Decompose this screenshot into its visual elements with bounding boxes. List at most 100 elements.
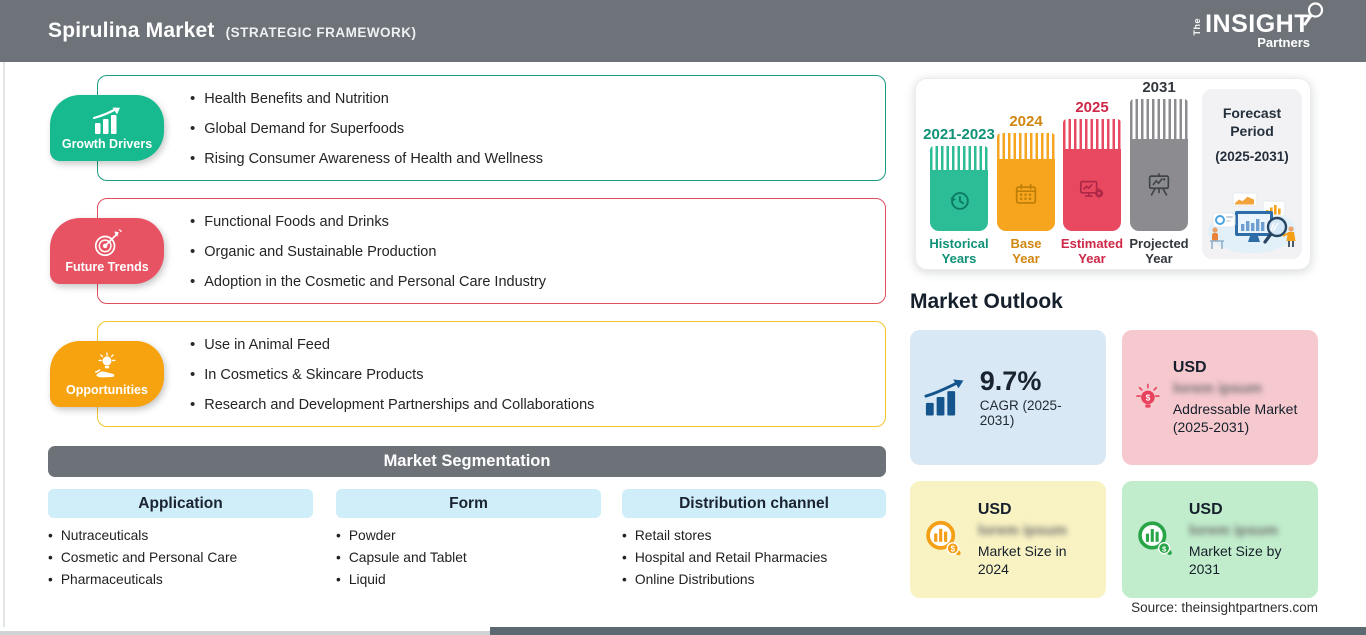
bar-caption: Estimated Year bbox=[1060, 236, 1124, 266]
bullet-text: Organic and Sustainable Production bbox=[204, 243, 437, 260]
logo-word-the: The bbox=[1192, 18, 1203, 36]
projection-board-icon bbox=[1148, 173, 1170, 196]
list-item: Hospital and Retail Pharmacies bbox=[622, 550, 886, 565]
future-trends-box: Functional Foods and Drinks Organic and … bbox=[97, 198, 886, 304]
bullet-text: Use in Animal Feed bbox=[204, 336, 330, 353]
year-label: 2025 bbox=[1075, 99, 1109, 116]
badge-label: Growth Drivers bbox=[61, 136, 153, 151]
badge-label: Opportunities bbox=[66, 382, 148, 397]
bar-column bbox=[1063, 119, 1121, 231]
market-size-2024-text: USD lorem ipsum Market Size in 2024 bbox=[978, 501, 1093, 578]
page-title: Spirulina Market bbox=[48, 19, 215, 42]
bullet-item: Adoption in the Cosmetic and Personal Ca… bbox=[190, 273, 885, 290]
header-bar: Spirulina Market (STRATEGIC FRAMEWORK) T… bbox=[0, 0, 1366, 62]
column-header: Distribution channel bbox=[622, 489, 886, 518]
calendar-icon bbox=[1015, 183, 1037, 204]
bullet-text: In Cosmetics & Skincare Products bbox=[204, 366, 424, 383]
market-size-2031-text: USD lorem ipsum Market Size by 2031 bbox=[1189, 501, 1305, 578]
title-row: Spirulina Market (STRATEGIC FRAMEWORK) bbox=[48, 19, 417, 43]
cagr-label: CAGR (2025-2031) bbox=[979, 398, 1062, 429]
magnifier-icon bbox=[1303, 2, 1324, 26]
list-item-text: Hospital and Retail Pharmacies bbox=[634, 550, 828, 565]
timeline-bar-estimated: 2025 Estimated Year bbox=[1061, 99, 1123, 266]
segmentation-column-application: Application Nutraceuticals Cosmetic and … bbox=[48, 489, 313, 587]
lightbulb-dollar-icon: $ bbox=[1136, 383, 1160, 408]
bullet-item: Global Demand for Superfoods bbox=[190, 120, 885, 137]
logo-word-insight: INSIGHT bbox=[1205, 10, 1310, 38]
cagr-card: 9.7% CAGR (2025-2031) bbox=[910, 330, 1106, 465]
opportunities-box: Use in Animal Feed In Cosmetics & Skinca… bbox=[97, 321, 886, 427]
column-header-label: Application bbox=[138, 494, 223, 512]
growth-drivers-box: Health Benefits and Nutrition Global Dem… bbox=[97, 75, 886, 181]
bullet-item: Rising Consumer Awareness of Health and … bbox=[190, 150, 885, 167]
history-clock-icon bbox=[950, 191, 969, 210]
growth-bars-arrow-icon bbox=[924, 379, 964, 416]
bullet-text: Research and Development Partnerships an… bbox=[204, 396, 595, 413]
column-items: Retail stores Hospital and Retail Pharma… bbox=[622, 528, 886, 587]
segmentation-column-form: Form Powder Capsule and Tablet Liquid bbox=[336, 489, 601, 587]
badge-label: Future Trends bbox=[65, 259, 149, 274]
left-edge-line bbox=[3, 62, 5, 627]
list-item: Powder bbox=[336, 528, 601, 543]
column-header-label: Distribution channel bbox=[679, 494, 829, 512]
analytics-illustration bbox=[1208, 192, 1296, 253]
bullet-text: Health Benefits and Nutrition bbox=[204, 90, 389, 107]
column-header: Application bbox=[48, 489, 313, 518]
bar-stripes bbox=[1130, 99, 1188, 139]
bullet-item: Health Benefits and Nutrition bbox=[190, 90, 885, 107]
list-item: Capsule and Tablet bbox=[336, 550, 601, 565]
column-header-label: Form bbox=[449, 494, 488, 512]
bottom-strip-light bbox=[0, 631, 490, 635]
cagr-value: 9.7% bbox=[979, 365, 1042, 396]
year-label: 2021-2023 bbox=[923, 126, 995, 143]
insight-partners-logo: The INSIGHT Partners bbox=[1192, 2, 1324, 50]
list-item-text: Powder bbox=[348, 528, 396, 543]
list-item-text: Online Distributions bbox=[634, 572, 755, 587]
bar-solid bbox=[997, 159, 1055, 231]
list-item: Pharmaceuticals bbox=[48, 572, 313, 587]
market-segmentation-title: Market Segmentation bbox=[383, 452, 551, 470]
column-header: Form bbox=[336, 489, 601, 518]
estimate-monitor-icon bbox=[1079, 180, 1104, 199]
card-label: Market Size by 2031 bbox=[1188, 542, 1282, 577]
opportunities-badge: Opportunities bbox=[50, 341, 164, 407]
forecast-period-title: Forecast Period bbox=[1222, 105, 1282, 140]
market-outlook-title: Market Outlook bbox=[910, 290, 1063, 313]
bar-solid bbox=[930, 170, 988, 231]
market-size-2031-card: $ USD lorem ipsum Market Size by 2031 bbox=[1122, 481, 1318, 598]
forecast-period-panel: Forecast Period (2025-2031) bbox=[1202, 89, 1302, 259]
market-size-2024-card: $ USD lorem ipsum Market Size in 2024 bbox=[910, 481, 1106, 598]
usd-prefix: USD bbox=[977, 500, 1012, 518]
slide: Spirulina Market (STRATEGIC FRAMEWORK) T… bbox=[0, 0, 1366, 635]
bar-stripes bbox=[1063, 119, 1121, 149]
market-segmentation-title-bar: Market Segmentation bbox=[48, 446, 886, 477]
year-label: 2031 bbox=[1142, 79, 1176, 96]
list-item-text: Liquid bbox=[348, 572, 386, 587]
timeline-bar-historical: 2021-2023 Historical Years bbox=[923, 126, 995, 266]
bullet-text: Global Demand for Superfoods bbox=[204, 120, 405, 137]
list-item-text: Retail stores bbox=[634, 528, 712, 543]
hand-lightbulb-icon bbox=[95, 351, 116, 377]
column-items: Nutraceuticals Cosmetic and Personal Car… bbox=[48, 528, 313, 587]
growth-chart-icon bbox=[92, 107, 120, 134]
bullet-text: Functional Foods and Drinks bbox=[204, 213, 389, 230]
list-item-text: Pharmaceuticals bbox=[60, 572, 163, 587]
addressable-market-card: $ USD lorem ipsum Addressable Market (20… bbox=[1122, 330, 1318, 465]
magnifier-chart-dollar-icon: $ bbox=[1138, 520, 1172, 555]
bullet-item: Functional Foods and Drinks bbox=[190, 213, 885, 230]
bar-caption: Base Year bbox=[1010, 236, 1042, 266]
svg-text:$: $ bbox=[951, 544, 956, 553]
usd-prefix: USD bbox=[1188, 500, 1223, 518]
list-item-text: Capsule and Tablet bbox=[348, 550, 467, 565]
bar-column bbox=[1130, 99, 1188, 231]
list-item: Retail stores bbox=[622, 528, 886, 543]
bar-column bbox=[930, 146, 988, 231]
addressable-market-text: USD lorem ipsum Addressable Market (2025… bbox=[1173, 359, 1305, 436]
future-trends-badge: Future Trends bbox=[50, 218, 164, 284]
logo-right: INSIGHT Partners bbox=[1205, 2, 1324, 50]
blurred-value: lorem ipsum bbox=[1172, 379, 1263, 397]
cagr-text: 9.7% CAGR (2025-2031) bbox=[979, 365, 1093, 429]
list-item-text: Cosmetic and Personal Care bbox=[60, 550, 238, 565]
bar-caption: Projected Year bbox=[1129, 236, 1189, 266]
source-attribution: Source: theinsightpartners.com bbox=[1131, 600, 1318, 615]
